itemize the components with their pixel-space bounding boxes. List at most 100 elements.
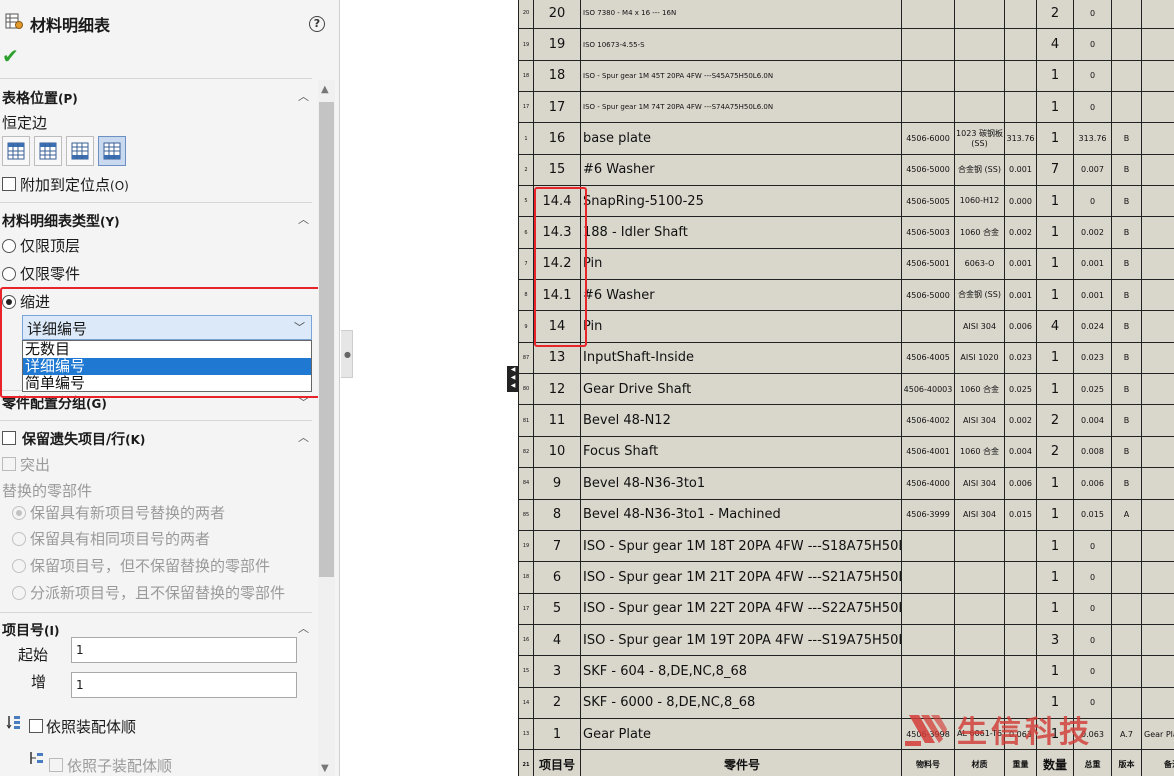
version-cell[interactable]: B [1112,280,1142,311]
section-config-grouping[interactable]: 零件配置分组(G) [2,393,107,413]
total-weight-cell[interactable]: 0 [1074,0,1112,29]
total-weight-cell[interactable]: 0 [1074,530,1112,561]
scroll-up-icon[interactable]: ▲ [321,84,329,95]
material-cell[interactable]: 合金钢 (SS) [955,154,1005,185]
material-code-cell[interactable] [902,687,955,718]
total-weight-cell[interactable]: 0.006 [1074,468,1112,499]
row-index-cell[interactable]: 17 [519,593,534,624]
weight-cell[interactable]: 0.004 [1005,436,1037,467]
material-cell[interactable]: 1060 合金 [955,217,1005,248]
table-row[interactable]: 8111Bevel 48-N124506-4002AISI 3040.00220… [519,405,1174,436]
row-index-cell[interactable]: 5 [519,186,534,217]
version-cell[interactable]: B [1112,468,1142,499]
item-number-cell[interactable]: 10 [534,436,581,467]
table-row[interactable]: 714.2 Pin4506-50016063-O0.00110.001B [519,248,1174,279]
item-number-cell[interactable]: 14 [534,311,581,342]
item-number-cell[interactable]: 8 [534,499,581,530]
total-weight-cell[interactable]: 0.001 [1074,248,1112,279]
weight-cell[interactable] [1005,562,1037,593]
note-cell[interactable] [1142,499,1174,530]
weight-cell[interactable] [1005,656,1037,687]
column-header[interactable]: 物料号 [902,750,955,776]
version-cell[interactable]: B [1112,186,1142,217]
section-keep-missing[interactable]: 保留遗失项目/行(K) [22,429,145,449]
version-cell[interactable]: B [1112,405,1142,436]
weight-cell[interactable] [1005,0,1037,29]
material-cell[interactable] [955,656,1005,687]
quantity-cell[interactable]: 1 [1037,718,1074,749]
item-number-cell[interactable]: 5 [534,593,581,624]
total-weight-cell[interactable]: 0 [1074,92,1112,123]
section-item-numbers[interactable]: 项目号(I) [2,620,59,640]
note-cell[interactable] [1142,311,1174,342]
bom-table[interactable]: 2020ISO 7380 - M4 x 16 --- 16N201919ISO … [518,0,1174,776]
version-cell[interactable] [1112,29,1142,60]
note-cell[interactable] [1142,656,1174,687]
radio-top-level-only[interactable] [2,239,16,253]
weight-cell[interactable]: 0.002 [1005,405,1037,436]
material-cell[interactable]: 合金钢 (SS) [955,280,1005,311]
total-weight-cell[interactable]: 0.023 [1074,342,1112,373]
row-index-cell[interactable]: 85 [519,499,534,530]
quantity-cell[interactable]: 1 [1037,342,1074,373]
material-code-cell[interactable]: 4506-5005 [902,186,955,217]
section-table-position[interactable]: 表格位置(P) [2,88,78,108]
material-code-cell[interactable] [902,562,955,593]
quantity-cell[interactable]: 1 [1037,687,1074,718]
quantity-cell[interactable]: 1 [1037,530,1074,561]
table-row[interactable]: 186ISO - Spur gear 1M 21T 20PA 4FW ---S2… [519,562,1174,593]
quantity-cell[interactable]: 1 [1037,468,1074,499]
row-index-cell[interactable]: 19 [519,29,534,60]
part-number-cell[interactable]: Pin [581,248,902,279]
table-row[interactable]: 116base plate4506-60001023 碳钢板 (SS)313.7… [519,123,1174,154]
table-row[interactable]: 8713InputShaft-Inside4506-4005AISI 10200… [519,342,1174,373]
version-cell[interactable] [1112,593,1142,624]
weight-cell[interactable] [1005,530,1037,561]
version-cell[interactable]: A [1112,499,1142,530]
material-code-cell[interactable]: 4506-6000 [902,123,955,154]
item-number-cell[interactable]: 11 [534,405,581,436]
material-code-cell[interactable]: 4506-40003 [902,374,955,405]
total-weight-cell[interactable]: 0.015 [1074,499,1112,530]
material-code-cell[interactable] [902,29,955,60]
item-number-cell[interactable]: 17 [534,92,581,123]
row-index-cell[interactable]: 19 [519,530,534,561]
material-cell[interactable] [955,624,1005,655]
part-number-cell[interactable]: #6 Washer [581,154,902,185]
weight-cell[interactable]: 0.025 [1005,374,1037,405]
note-cell[interactable] [1142,29,1174,60]
weight-cell[interactable] [1005,29,1037,60]
item-number-cell[interactable]: 14.2 [534,248,581,279]
material-code-cell[interactable] [902,624,955,655]
column-header[interactable]: 零件号 [581,750,902,776]
material-cell[interactable] [955,0,1005,29]
material-cell[interactable] [955,562,1005,593]
total-weight-cell[interactable]: 0 [1074,562,1112,593]
follow-subassembly-order-checkbox[interactable] [49,758,63,772]
weight-cell[interactable]: 0.000 [1005,186,1037,217]
material-cell[interactable]: 1060 合金 [955,374,1005,405]
quantity-cell[interactable]: 1 [1037,499,1074,530]
anchor-top-right-button[interactable] [34,136,62,166]
weight-cell[interactable]: 0.002 [1005,217,1037,248]
quantity-cell[interactable]: 2 [1037,436,1074,467]
total-weight-cell[interactable]: 0.063 [1074,718,1112,749]
version-cell[interactable] [1112,656,1142,687]
collapse-icon[interactable]: ︿ [298,92,312,102]
note-cell[interactable] [1142,280,1174,311]
weight-cell[interactable]: 0.001 [1005,248,1037,279]
table-row[interactable]: 1919ISO 10673-4.55-S40 [519,29,1174,60]
table-row[interactable]: 2020ISO 7380 - M4 x 16 --- 16N20 [519,0,1174,29]
quantity-cell[interactable]: 4 [1037,311,1074,342]
total-weight-cell[interactable]: 0 [1074,656,1112,687]
material-code-cell[interactable]: 4506-4001 [902,436,955,467]
collapse-icon[interactable]: ︿ [298,433,312,443]
material-code-cell[interactable]: 4506-5003 [902,217,955,248]
column-header[interactable]: 材质 [955,750,1005,776]
dropdown-option-flat-numbering[interactable]: 简单编号 [23,375,311,392]
highlight-checkbox[interactable] [2,457,16,471]
section-bom-type[interactable]: 材料明细表类型(Y) [2,211,120,231]
total-weight-cell[interactable]: 0.008 [1074,436,1112,467]
column-header[interactable]: 总重 [1074,750,1112,776]
part-number-cell[interactable]: ISO - Spur gear 1M 22T 20PA 4FW ---S22A7… [581,593,902,624]
